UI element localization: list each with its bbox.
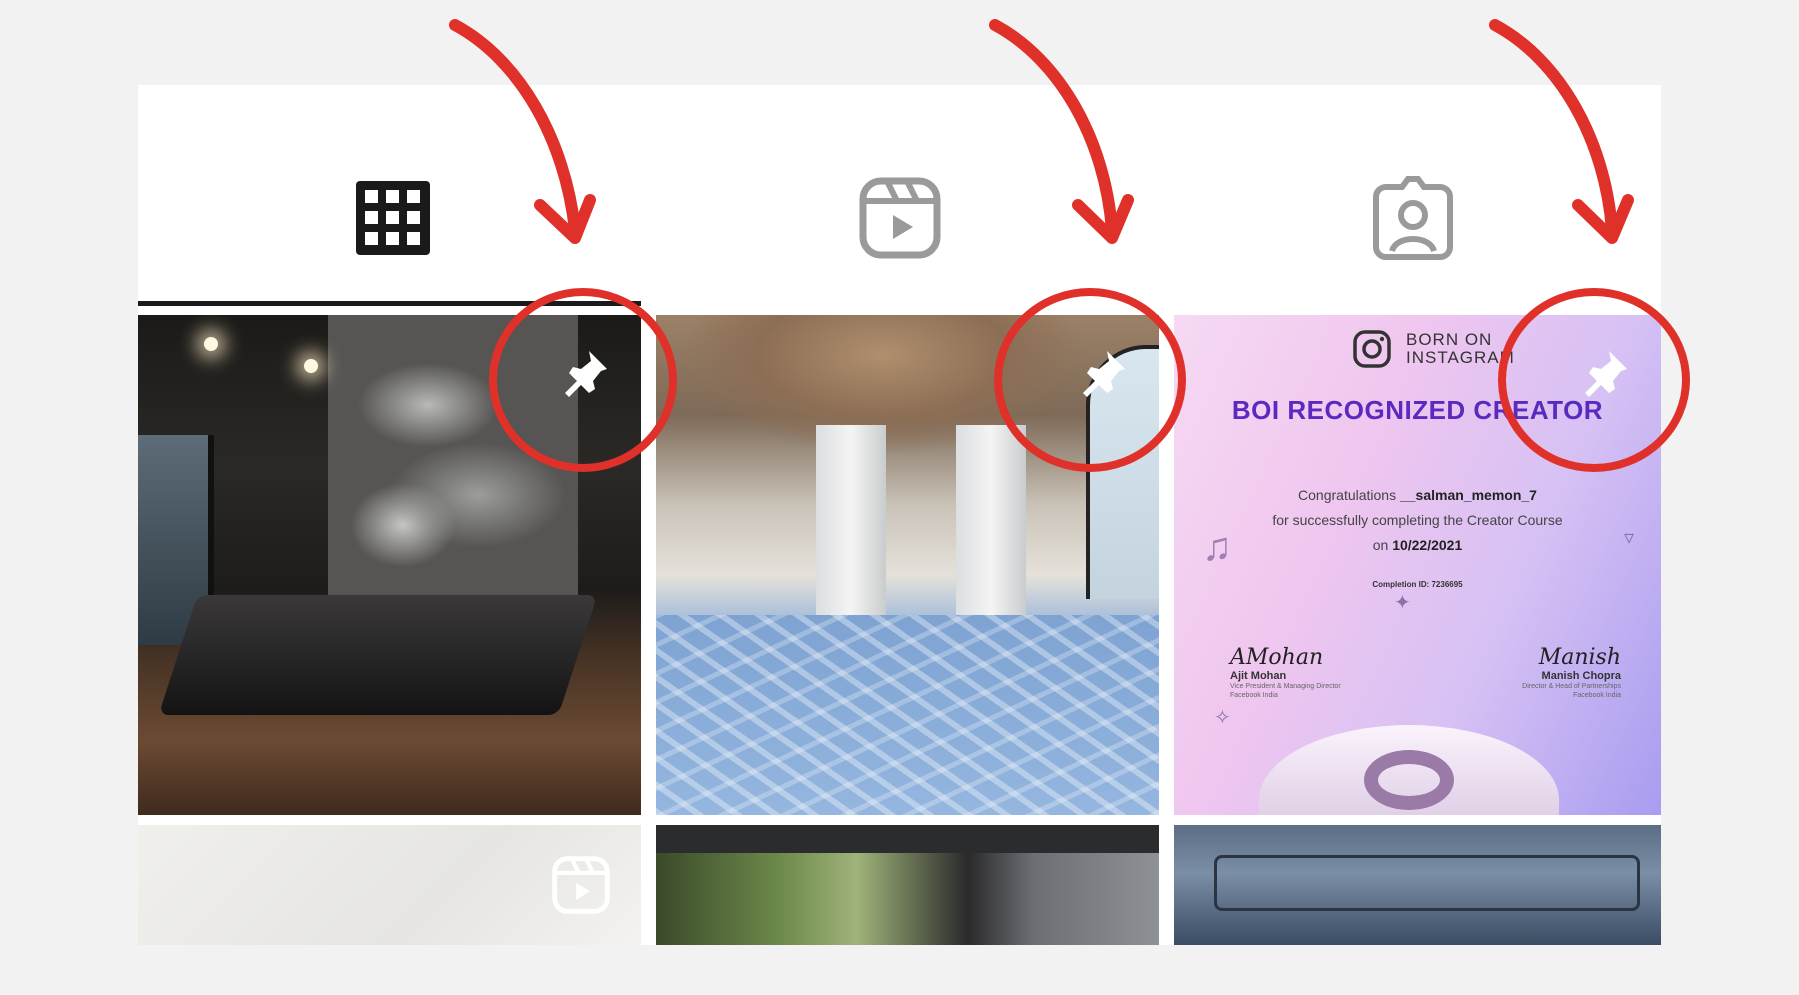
sparkle-icon: ✧ (1214, 707, 1231, 729)
photo-railing (1214, 855, 1640, 911)
photo-pillar (956, 425, 1026, 625)
photo-ceiling (656, 825, 1159, 853)
certificate-congrats: Congratulations (1298, 487, 1397, 503)
certificate-username: __salman_memon_7 (1399, 487, 1537, 503)
certificate-body: Congratulations __salman_memon_7 for suc… (1174, 483, 1661, 558)
tab-reels[interactable] (855, 173, 945, 263)
photo-water (656, 615, 1159, 815)
post-tile-forest-room[interactable] (656, 825, 1159, 945)
grid-icon (356, 181, 430, 255)
certificate-title: BOI RECOGNIZED CREATOR (1231, 395, 1604, 425)
certificate-completion-id: Completion ID: 7236695 (1372, 580, 1463, 589)
certificate-3d-instagram-logo (1259, 725, 1559, 815)
certificate-brand: BORN ON INSTAGRAM (1352, 329, 1515, 369)
reels-icon (859, 177, 941, 259)
signer-name: Manish Chopra (1541, 670, 1621, 682)
signer-role: Vice President & Managing Director Faceb… (1230, 683, 1341, 699)
tagged-icon (1373, 176, 1453, 260)
instagram-logo-icon (1353, 330, 1391, 368)
tab-tagged[interactable] (1368, 173, 1458, 263)
post-tile-balcony[interactable] (1174, 825, 1661, 945)
posts-grid: BORN ON INSTAGRAM BOI RECOGNIZED CREATOR… (138, 315, 1661, 945)
post-tile-indoor-pool[interactable] (656, 315, 1159, 815)
certificate-line2: for successfully completing the Creator … (1272, 512, 1563, 528)
sparkle-icon: ✦ (1394, 592, 1411, 614)
signature-scrawl: AMohan (1230, 645, 1324, 670)
profile-tab-bar (138, 85, 1661, 306)
signature-left: AMohan Ajit Mohan Vice President & Manag… (1230, 645, 1341, 700)
post-tile-certificate[interactable]: BORN ON INSTAGRAM BOI RECOGNIZED CREATOR… (1174, 315, 1661, 815)
signature-scrawl: Manish (1538, 645, 1621, 670)
reels-icon (552, 856, 610, 914)
music-note-icon: ♫ (1202, 525, 1232, 569)
photo-stone-wall (328, 315, 578, 615)
pin-icon (1077, 347, 1129, 399)
signature-right: Manish Manish Chopra Director & Head of … (1522, 645, 1621, 700)
photo-pillar (816, 425, 886, 625)
certificate-brand-text: BORN ON INSTAGRAM (1406, 330, 1515, 367)
pin-icon (1579, 347, 1631, 399)
sparkle-icon: ▿ (1624, 527, 1635, 549)
pin-icon (559, 347, 611, 399)
certificate-on: on (1372, 537, 1389, 553)
photo-light (304, 359, 318, 373)
profile-panel: BORN ON INSTAGRAM BOI RECOGNIZED CREATOR… (138, 85, 1661, 945)
photo-bed (158, 595, 598, 715)
post-tile-light-reel[interactable] (138, 825, 641, 945)
certificate-date: 10/22/2021 (1392, 537, 1463, 553)
photo-light (204, 337, 218, 351)
active-tab-indicator (138, 301, 641, 306)
signer-role: Director & Head of Partnerships Facebook… (1522, 683, 1621, 699)
signer-name: Ajit Mohan (1230, 670, 1287, 682)
tab-grid[interactable] (348, 173, 438, 263)
post-tile-dark-bedroom[interactable] (138, 315, 641, 815)
